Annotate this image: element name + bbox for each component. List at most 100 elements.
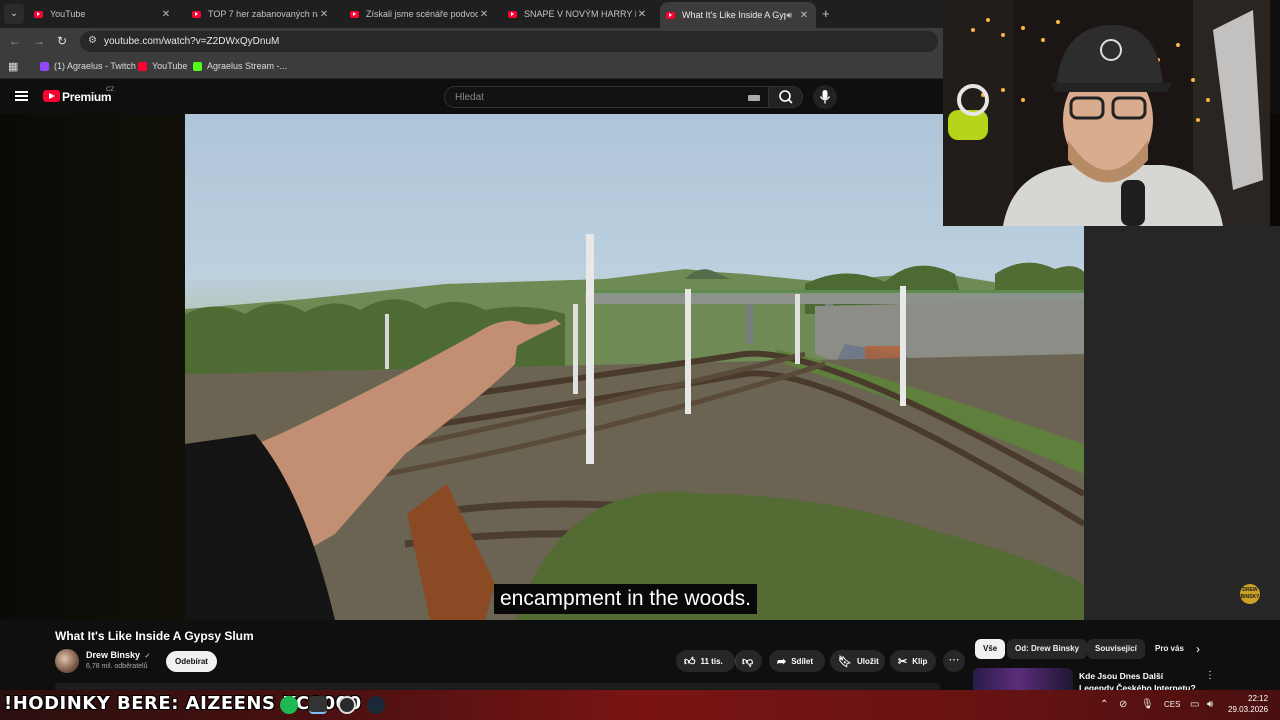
network-icon[interactable]: ⊘: [1119, 699, 1127, 710]
youtube-favicon-icon: [192, 10, 201, 18]
webcam-overlay: [943, 0, 1270, 226]
search-placeholder: Hledat: [455, 92, 484, 103]
tab-title: YouTube: [50, 9, 86, 19]
recommended-thumbnail[interactable]: [973, 668, 1073, 690]
tab-title: Získali jsme scénáře podvodník: [366, 9, 478, 19]
download-app-icon[interactable]: [309, 696, 327, 714]
bookmark-item[interactable]: (1) Agraelus - Twitch: [40, 61, 136, 71]
streamer-webcam-image: [943, 0, 1270, 226]
horizontal-scrollbar[interactable]: [55, 683, 940, 690]
display-icon[interactable]: ▭: [1190, 699, 1199, 710]
tab-title: SNAPE V NOVÝM HARRY POTT: [524, 9, 636, 19]
chip-related[interactable]: Související: [1087, 639, 1145, 659]
close-tab-icon[interactable]: ✕: [318, 9, 330, 20]
chip-for-you[interactable]: Pro vás: [1147, 639, 1184, 659]
clock-time: 22:12: [1248, 694, 1269, 703]
channel-avatar[interactable]: [55, 649, 79, 673]
voice-search-button[interactable]: [813, 85, 837, 109]
share-label: Sdílet: [791, 656, 813, 666]
like-count: 11 tis.: [700, 656, 723, 666]
verified-badge-icon: ✓: [144, 653, 151, 660]
player-background: [1084, 226, 1280, 620]
system-clock[interactable]: 22:12 29.03.2026: [1228, 693, 1268, 715]
search-icon: [779, 90, 793, 104]
youtube-favicon-icon: [350, 10, 359, 18]
youtube-favicon-icon: [34, 10, 43, 18]
tab-title: What It's Like Inside A Gyps: [682, 10, 787, 20]
browser-tab[interactable]: Získali jsme scénáře podvodník ✕: [344, 2, 496, 26]
channel-watermark-logo[interactable]: DREW BINSKY: [1240, 584, 1260, 604]
chip-all[interactable]: Vše: [975, 639, 1006, 659]
browser-tab[interactable]: TOP 7 her zabanovaných na Ste ✕: [186, 2, 336, 26]
site-info-icon[interactable]: ⚙: [88, 35, 97, 46]
url-text: youtube.com/watch?v=Z2DWxQyDnuM: [104, 36, 280, 47]
obs-icon[interactable]: [338, 696, 356, 714]
search-input[interactable]: Hledat: [444, 86, 769, 108]
youtube-premium-logo[interactable]: Premium: [62, 90, 112, 104]
bookmarks-bar: ▦ (1) Agraelus - Twitch YouTube Agraelus…: [0, 55, 943, 79]
language-indicator[interactable]: CES: [1164, 700, 1180, 709]
back-icon[interactable]: ←: [9, 34, 21, 48]
bookmark-label: (1) Agraelus - Twitch: [54, 61, 136, 71]
spotify-icon[interactable]: [280, 696, 298, 714]
youtube-favicon-icon: [508, 10, 517, 18]
bookmark-item[interactable]: Agraelus Stream -...: [193, 61, 287, 71]
scissors-icon: ✂: [898, 655, 908, 668]
twitch-icon: [40, 61, 49, 71]
address-bar[interactable]: ⚙ youtube.com/watch?v=Z2DWxQyDnuM: [80, 31, 938, 52]
channel-name-text: Drew Binsky: [86, 650, 141, 660]
video-caption: encampment in the woods.: [494, 584, 757, 614]
like-button[interactable]: 👍︎ 11 tis.: [676, 650, 735, 672]
bookmark-item[interactable]: YouTube: [138, 61, 187, 71]
save-button[interactable]: 🔖︎ Uložit: [830, 650, 885, 672]
browser-tab-bar: ⌄ YouTube ✕ TOP 7 her zabanovaných na St…: [0, 0, 943, 28]
subscribe-button[interactable]: Odebírat: [166, 651, 217, 672]
close-tab-icon[interactable]: ✕: [160, 9, 172, 20]
clock-date: 29.03.2026: [1228, 705, 1269, 714]
bookmark-label: Agraelus Stream -...: [207, 61, 288, 71]
subscriber-count: 6,78 mil. odběratelů: [86, 663, 148, 670]
bookmark-label: YouTube: [152, 61, 188, 71]
channel-name[interactable]: Drew Binsky ✓: [86, 650, 150, 660]
chip-from-channel[interactable]: Od: Drew Binsky: [1007, 639, 1088, 659]
close-tab-icon[interactable]: ✕: [478, 9, 490, 20]
share-button[interactable]: ➦ Sdílet: [769, 650, 825, 672]
browser-tab[interactable]: YouTube ✕: [28, 2, 178, 26]
thumbs-up-icon: 👍︎: [684, 655, 696, 668]
kick-icon: [193, 61, 202, 71]
close-tab-icon[interactable]: ✕: [798, 10, 810, 21]
volume-icon[interactable]: 🔊︎: [1207, 699, 1213, 710]
new-tab-button[interactable]: +: [822, 6, 830, 21]
youtube-header: Premium CZ Hledat: [0, 80, 943, 114]
speaker-icon[interactable]: 🔊︎: [786, 10, 792, 21]
browser-toolbar: ← → ↻ ⚙ youtube.com/watch?v=Z2DWxQyDnuM: [0, 28, 943, 55]
chevron-right-icon[interactable]: ›: [1196, 642, 1200, 656]
tray-expand-icon[interactable]: ⌃: [1100, 699, 1108, 710]
close-tab-icon[interactable]: ✕: [636, 9, 648, 20]
player-background: [0, 114, 185, 620]
youtube-favicon-icon: [666, 11, 675, 19]
keyboard-icon[interactable]: [748, 95, 760, 101]
steam-icon[interactable]: [367, 696, 385, 714]
youtube-icon: [138, 61, 147, 71]
menu-icon[interactable]: [15, 91, 28, 101]
share-icon: ➦: [777, 655, 787, 668]
forward-icon[interactable]: →: [33, 34, 45, 48]
microphone-tray-icon[interactable]: 🎙︎: [1141, 699, 1154, 710]
more-vert-icon[interactable]: ⋮: [1205, 670, 1215, 681]
browser-tab-active[interactable]: What It's Like Inside A Gyps 🔊︎ ✕: [660, 2, 816, 28]
youtube-logo-icon[interactable]: [43, 90, 60, 102]
reload-icon[interactable]: ↻: [57, 34, 67, 48]
search-button[interactable]: [768, 86, 803, 108]
clip-label: Klip: [912, 656, 928, 666]
apps-grid-icon[interactable]: ▦: [8, 60, 18, 73]
browser-tab[interactable]: SNAPE V NOVÝM HARRY POTT ✕: [502, 2, 654, 26]
more-actions-button[interactable]: ⋯: [943, 650, 965, 672]
video-title: What It's Like Inside A Gypsy Slum: [55, 629, 254, 643]
tab-search-dropdown-icon[interactable]: ⌄: [4, 4, 24, 24]
thumbs-down-icon: 👎︎: [742, 655, 754, 668]
clip-button[interactable]: ✂ Klip: [890, 650, 936, 672]
region-code: CZ: [106, 87, 114, 93]
dislike-button[interactable]: 👎︎: [735, 650, 762, 672]
bookmark-icon: 🔖︎: [838, 655, 852, 668]
